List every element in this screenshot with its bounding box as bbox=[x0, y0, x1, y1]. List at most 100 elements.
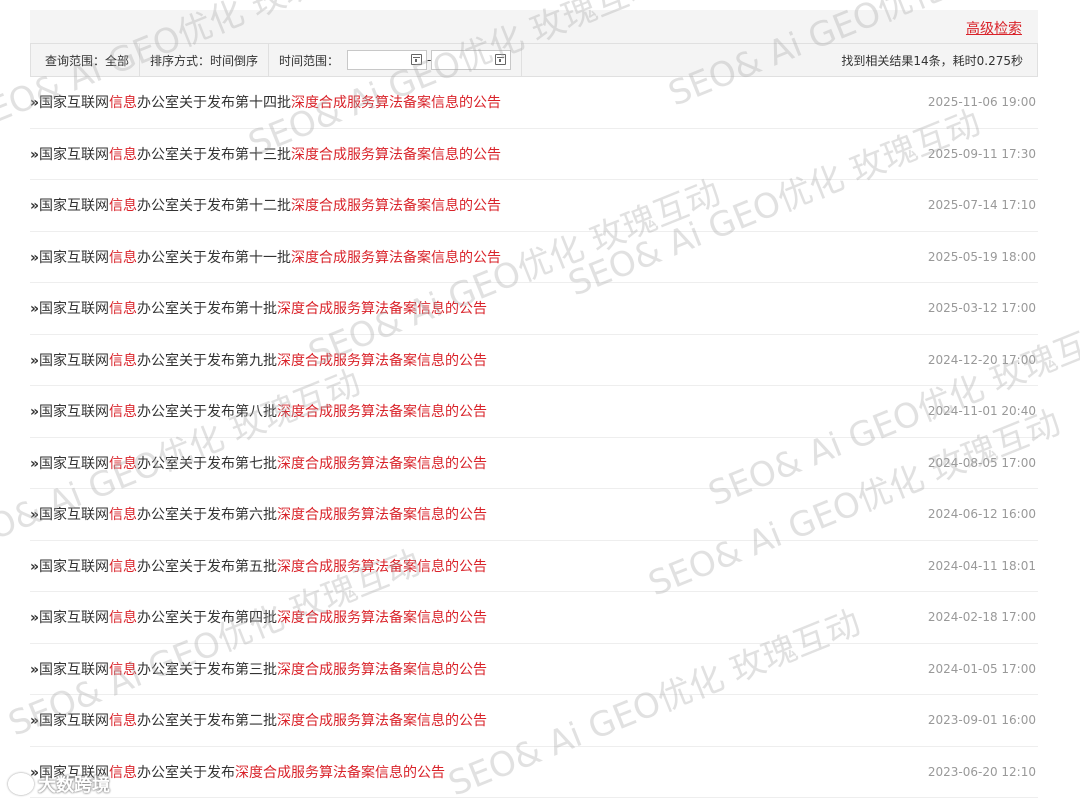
calendar-icon[interactable] bbox=[411, 54, 423, 65]
title-middle: 办公室关于发布第六批 bbox=[137, 507, 278, 524]
title-middle: 办公室关于发布第十四批 bbox=[137, 95, 292, 112]
title-prefix: 国家互联网 bbox=[39, 301, 110, 318]
scope-filter[interactable]: 查询范围：全部 bbox=[31, 44, 141, 76]
title-prefix: 国家互联网 bbox=[39, 249, 110, 266]
item-title-link[interactable]: »国家互联网信息办公室关于发布第六批深度合成服务算法备案信息的公告 bbox=[30, 504, 487, 524]
bullet-icon: » bbox=[30, 301, 40, 318]
list-item[interactable]: »国家互联网信息办公室关于发布第二批深度合成服务算法备案信息的公告 2023-09… bbox=[30, 695, 1038, 747]
start-date-input[interactable] bbox=[347, 50, 428, 70]
item-title-link[interactable]: »国家互联网信息办公室关于发布第四批深度合成服务算法备案信息的公告 bbox=[30, 607, 487, 627]
title-keyword: 信息 bbox=[109, 198, 138, 215]
item-title-link[interactable]: »国家互联网信息办公室关于发布第八批深度合成服务算法备案信息的公告 bbox=[30, 401, 487, 421]
end-date-input[interactable] bbox=[431, 50, 512, 70]
item-title-link[interactable]: »国家互联网信息办公室关于发布第十四批深度合成服务算法备案信息的公告 bbox=[30, 92, 501, 112]
bullet-icon: » bbox=[30, 713, 40, 730]
title-keyword: 信息 bbox=[109, 146, 138, 163]
title-middle: 办公室关于发布第十三批 bbox=[137, 146, 292, 163]
title-keyword: 信息 bbox=[109, 661, 138, 678]
list-item[interactable]: »国家互联网信息办公室关于发布第三批深度合成服务算法备案信息的公告 2024-01… bbox=[30, 644, 1038, 695]
result-list: »国家互联网信息办公室关于发布第十四批深度合成服务算法备案信息的公告 2025-1… bbox=[30, 77, 1038, 798]
item-title-link[interactable]: »国家互联网信息办公室关于发布第九批深度合成服务算法备案信息的公告 bbox=[30, 350, 487, 370]
item-title-link[interactable]: »国家互联网信息办公室关于发布第十二批深度合成服务算法备案信息的公告 bbox=[30, 195, 501, 215]
bullet-icon: » bbox=[30, 249, 40, 266]
filter-bar: 查询范围：全部 排序方式：时间倒序 时间范围： - 找到相关结果14条，耗时0.… bbox=[30, 43, 1038, 77]
title-prefix: 国家互联网 bbox=[39, 404, 110, 421]
title-keyword: 信息 bbox=[109, 301, 138, 318]
sort-filter[interactable]: 排序方式：时间倒序 bbox=[140, 44, 270, 76]
result-summary: 找到相关结果14条，耗时0.275秒 bbox=[841, 53, 1023, 68]
item-title-link[interactable]: »国家互联网信息办公室关于发布第五批深度合成服务算法备案信息的公告 bbox=[30, 556, 487, 576]
item-date: 2024-06-12 16:00 bbox=[927, 507, 1036, 522]
list-item[interactable]: »国家互联网信息办公室关于发布第十二批深度合成服务算法备案信息的公告 2025-0… bbox=[30, 180, 1038, 232]
bullet-icon: » bbox=[30, 558, 40, 575]
title-middle: 办公室关于发布第十批 bbox=[137, 301, 278, 318]
advanced-search-bar: 高级检索 bbox=[30, 10, 1038, 43]
list-item[interactable]: »国家互联网信息办公室关于发布第十三批深度合成服务算法备案信息的公告 2025-0… bbox=[30, 129, 1038, 180]
item-date: 2024-04-11 18:01 bbox=[927, 558, 1036, 573]
title-middle: 办公室关于发布第八批 bbox=[137, 404, 278, 421]
bullet-icon: » bbox=[30, 610, 40, 627]
title-middle: 办公室关于发布第十一批 bbox=[137, 249, 292, 266]
item-date: 2025-09-11 17:30 bbox=[927, 146, 1036, 161]
title-keyword: 信息 bbox=[109, 507, 138, 524]
list-item[interactable]: »国家互联网信息办公室关于发布第五批深度合成服务算法备案信息的公告 2024-04… bbox=[30, 541, 1038, 592]
title-keyword: 深度合成服务算法备案信息的公告 bbox=[291, 95, 502, 112]
title-prefix: 国家互联网 bbox=[39, 146, 110, 163]
title-keyword: 信息 bbox=[109, 352, 138, 369]
title-middle: 办公室关于发布第七批 bbox=[137, 455, 278, 472]
logo-text: 大数跨境 bbox=[38, 775, 110, 796]
item-date: 2024-08-05 17:00 bbox=[927, 455, 1036, 470]
title-prefix: 国家互联网 bbox=[39, 558, 110, 575]
item-title-link[interactable]: »国家互联网信息办公室关于发布第二批深度合成服务算法备案信息的公告 bbox=[30, 710, 487, 730]
list-item[interactable]: »国家互联网信息办公室关于发布第七批深度合成服务算法备案信息的公告 2024-08… bbox=[30, 438, 1038, 489]
title-keyword: 深度合成服务算法备案信息的公告 bbox=[291, 249, 502, 266]
item-date: 2025-03-12 17:00 bbox=[927, 301, 1036, 316]
item-date: 2023-06-20 12:10 bbox=[927, 764, 1036, 779]
list-item[interactable]: »国家互联网信息办公室关于发布第十批深度合成服务算法备案信息的公告 2025-03… bbox=[30, 283, 1038, 335]
list-item[interactable]: »国家互联网信息办公室关于发布第十四批深度合成服务算法备案信息的公告 2025-1… bbox=[30, 77, 1038, 129]
item-title-link[interactable]: »国家互联网信息办公室关于发布第七批深度合成服务算法备案信息的公告 bbox=[30, 453, 487, 473]
search-results-panel: 高级检索 查询范围：全部 排序方式：时间倒序 时间范围： - 找到相关结果14条… bbox=[30, 10, 1038, 798]
title-keyword: 信息 bbox=[109, 764, 138, 781]
item-date: 2024-01-05 17:00 bbox=[927, 661, 1036, 676]
title-middle: 办公室关于发布第三批 bbox=[137, 661, 278, 678]
brand-logo: 大数跨境 bbox=[8, 771, 110, 797]
bullet-icon: » bbox=[30, 661, 40, 678]
title-keyword: 信息 bbox=[109, 95, 138, 112]
bullet-icon: » bbox=[30, 404, 40, 421]
list-item[interactable]: »国家互联网信息办公室关于发布第八批深度合成服务算法备案信息的公告 2024-11… bbox=[30, 386, 1038, 438]
advanced-search-link[interactable]: 高级检索 bbox=[966, 18, 1022, 38]
bullet-icon: » bbox=[30, 455, 40, 472]
title-keyword: 深度合成服务算法备案信息的公告 bbox=[277, 558, 488, 575]
title-prefix: 国家互联网 bbox=[39, 198, 110, 215]
title-keyword: 信息 bbox=[109, 558, 138, 575]
list-item[interactable]: »国家互联网信息办公室关于发布第九批深度合成服务算法备案信息的公告 2024-12… bbox=[30, 335, 1038, 386]
item-title-link[interactable]: »国家互联网信息办公室关于发布第三批深度合成服务算法备案信息的公告 bbox=[30, 659, 487, 679]
list-item[interactable]: »国家互联网信息办公室关于发布深度合成服务算法备案信息的公告 2023-06-20… bbox=[30, 747, 1038, 798]
title-middle: 办公室关于发布第十二批 bbox=[137, 198, 292, 215]
list-item[interactable]: »国家互联网信息办公室关于发布第十一批深度合成服务算法备案信息的公告 2025-0… bbox=[30, 232, 1038, 283]
title-keyword: 信息 bbox=[109, 249, 138, 266]
item-date: 2024-12-20 17:00 bbox=[927, 352, 1036, 367]
title-keyword: 深度合成服务算法备案信息的公告 bbox=[277, 661, 488, 678]
item-title-link[interactable]: »国家互联网信息办公室关于发布第十一批深度合成服务算法备案信息的公告 bbox=[30, 247, 501, 267]
time-range-filter: 时间范围： - bbox=[269, 44, 523, 76]
title-middle: 办公室关于发布第五批 bbox=[137, 558, 278, 575]
list-item[interactable]: »国家互联网信息办公室关于发布第四批深度合成服务算法备案信息的公告 2024-02… bbox=[30, 592, 1038, 644]
bullet-icon: » bbox=[30, 95, 40, 112]
title-keyword: 信息 bbox=[109, 713, 138, 730]
item-date: 2023-09-01 16:00 bbox=[927, 713, 1036, 728]
title-middle: 办公室关于发布第二批 bbox=[137, 713, 278, 730]
calendar-icon[interactable] bbox=[495, 54, 507, 65]
logo-icon bbox=[8, 773, 34, 795]
title-prefix: 国家互联网 bbox=[39, 713, 110, 730]
item-title-link[interactable]: »国家互联网信息办公室关于发布第十三批深度合成服务算法备案信息的公告 bbox=[30, 144, 501, 164]
bullet-icon: » bbox=[30, 198, 40, 215]
title-prefix: 国家互联网 bbox=[39, 507, 110, 524]
item-title-link[interactable]: »国家互联网信息办公室关于发布第十批深度合成服务算法备案信息的公告 bbox=[30, 298, 487, 318]
list-item[interactable]: »国家互联网信息办公室关于发布第六批深度合成服务算法备案信息的公告 2024-06… bbox=[30, 489, 1038, 541]
bullet-icon: » bbox=[30, 352, 40, 369]
title-prefix: 国家互联网 bbox=[39, 610, 110, 627]
title-prefix: 国家互联网 bbox=[39, 455, 110, 472]
title-keyword: 深度合成服务算法备案信息的公告 bbox=[277, 507, 488, 524]
